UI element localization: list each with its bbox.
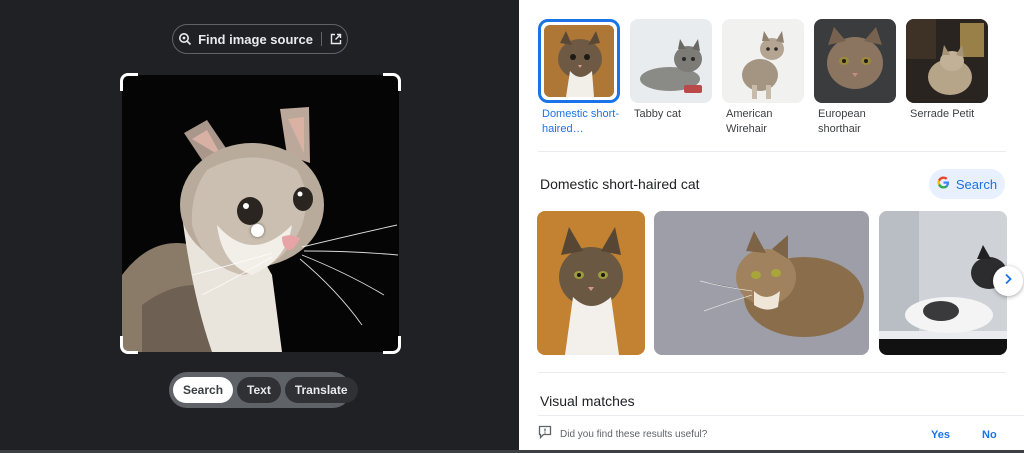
feedback-question: Did you find these results useful? [560,429,708,440]
result-image[interactable] [537,211,645,355]
find-image-source-label: Find image source [198,31,313,47]
entity-label: Serrade Petit [910,108,975,120]
entity-serrade-petit[interactable]: Serrade Petit [906,19,988,137]
google-g-icon [937,176,950,192]
crop-handle-bottom-right[interactable] [383,336,401,354]
mode-search-button[interactable]: Search [173,377,234,403]
chevron-right-icon [1003,272,1013,290]
entity-domestic-short-haired[interactable]: Domestic short-haired… [538,19,620,137]
crop-handle-top-right[interactable] [383,73,401,91]
google-search-label: Search [955,176,998,192]
entity-label: American Wirehair [726,108,773,135]
divider [538,372,1006,373]
entity-european-shorthair[interactable]: European shorthair [814,19,896,137]
result-image[interactable] [879,211,1007,355]
results-carousel [537,211,1007,355]
carousel-next-button[interactable] [993,266,1023,296]
crop-selection[interactable] [120,73,401,354]
google-search-button[interactable]: Search [929,169,1005,199]
section-title: Domestic short-haired cat [540,176,700,192]
mode-switcher: Search Text Translate [169,372,358,408]
image-preview-panel: Find image source Search Text Translate [0,0,519,453]
entity-label: Tabby cat [634,108,682,120]
crop-handle-bottom-left[interactable] [120,336,138,354]
crop-handle-top-left[interactable] [120,73,138,91]
feedback-bar: Did you find these results useful? Yes N… [538,415,1024,453]
feedback-no-button[interactable]: No [982,429,997,441]
entity-tabby-cat[interactable]: Tabby cat [630,19,712,137]
separator [320,32,322,46]
entity-label: European shorthair [818,108,866,135]
focus-point[interactable] [251,224,264,237]
feedback-yes-button[interactable]: Yes [931,429,950,441]
cat-photo [122,75,399,352]
entity-thumbnail [814,19,896,103]
mode-translate-button[interactable]: Translate [284,377,358,403]
result-image[interactable] [654,211,869,355]
mode-text-button[interactable]: Text [237,377,281,403]
results-panel: Domestic short-haired… Tabby cat America… [519,0,1024,453]
entity-thumbnail [906,19,988,103]
feedback-icon [538,425,552,444]
entity-thumbnail [722,19,804,103]
entity-american-wirehair[interactable]: American Wirehair [722,19,804,137]
entity-label: Domestic short-haired… [542,108,620,135]
find-image-source-button[interactable]: Find image source [172,24,348,54]
lens-search-icon [178,32,192,46]
open-in-new-icon [330,33,342,45]
entity-thumbnail [538,19,620,103]
entity-chips: Domestic short-haired… Tabby cat America… [538,19,988,137]
visual-matches-title: Visual matches [540,393,635,409]
divider [538,151,1006,152]
entity-thumbnail [630,19,712,103]
